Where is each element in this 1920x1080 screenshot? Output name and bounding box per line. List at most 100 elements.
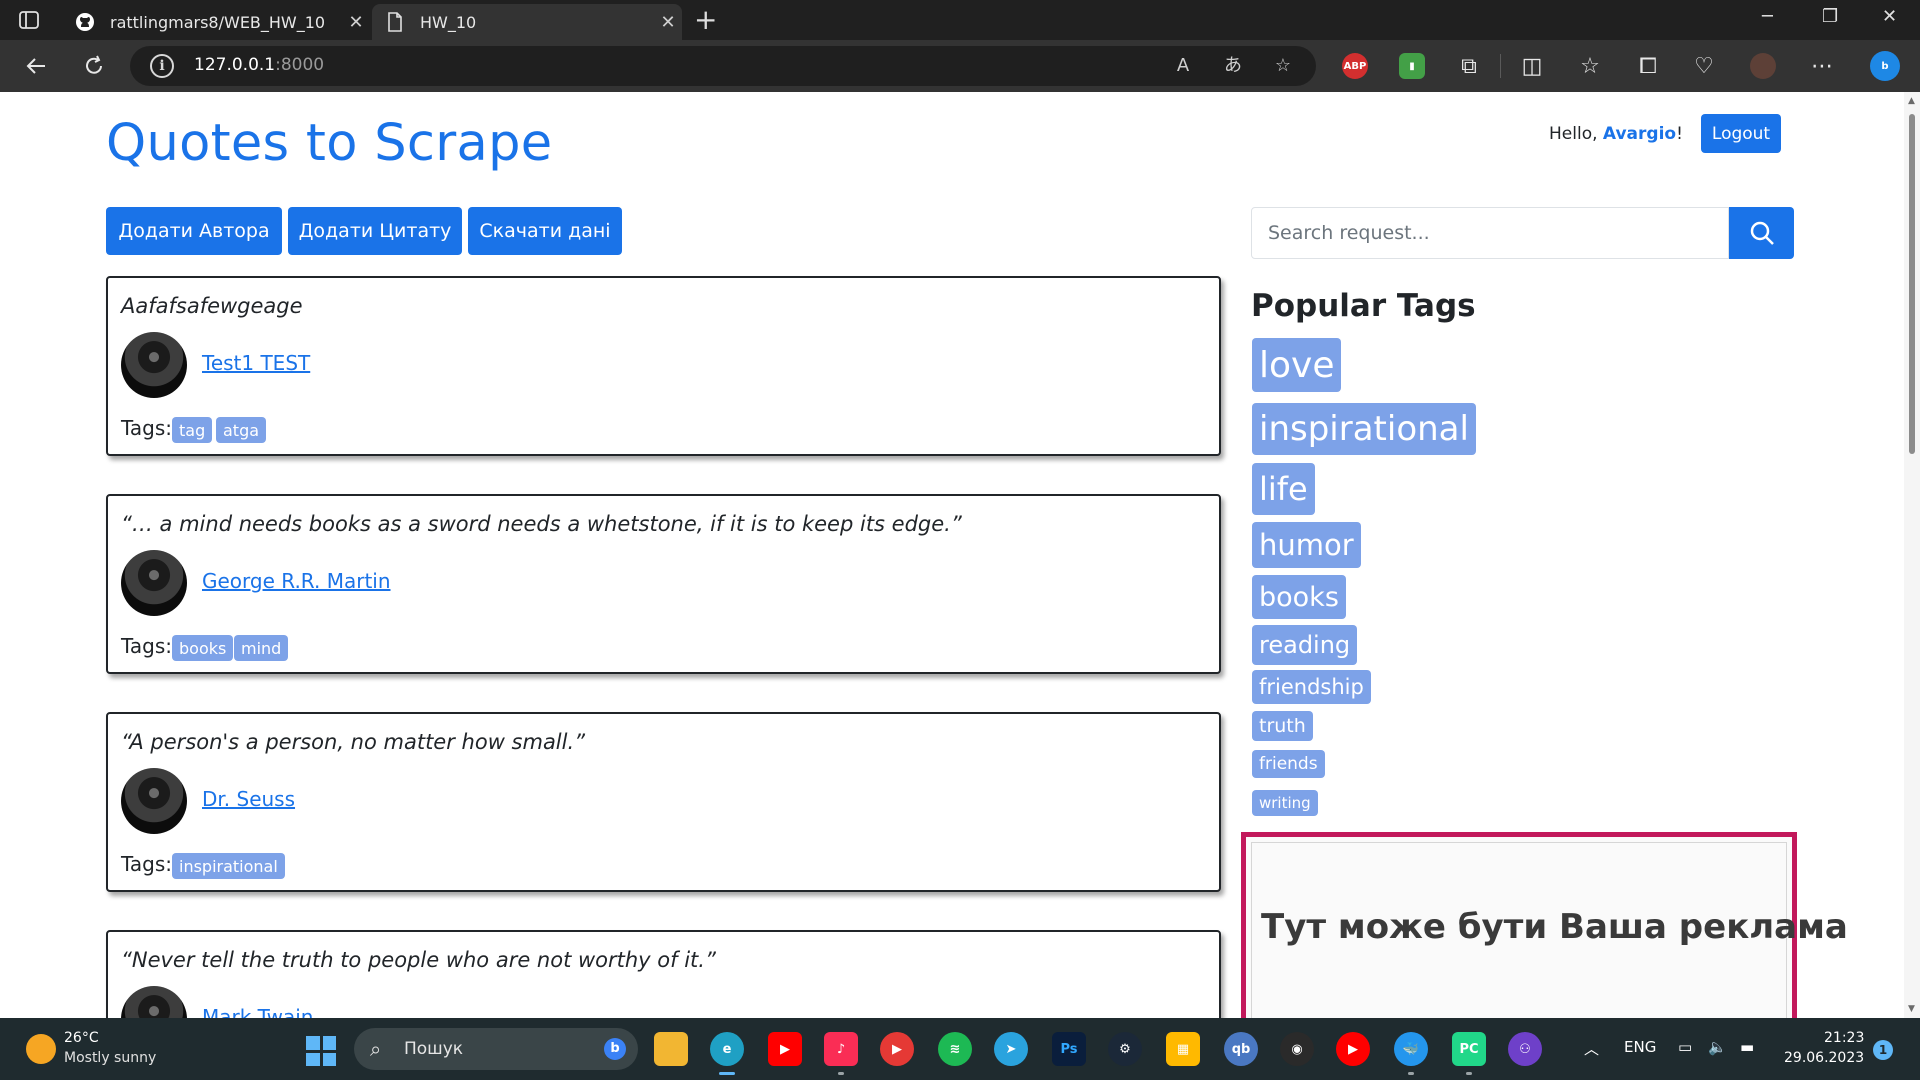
steam-icon[interactable]: ⚙	[1108, 1032, 1142, 1066]
popular-tag[interactable]: friendship	[1252, 670, 1371, 704]
translate-icon[interactable]: あ	[1220, 53, 1246, 79]
tab-hw10[interactable]: HW_10 ✕	[372, 4, 682, 40]
download-data-button[interactable]: Скачати дані	[468, 207, 622, 255]
github-desktop-icon[interactable]: ⚇	[1508, 1032, 1542, 1066]
author-link[interactable]: Test1 TEST	[202, 351, 310, 375]
read-aloud-icon[interactable]: A	[1170, 53, 1196, 79]
profile-avatar-icon[interactable]	[1750, 53, 1776, 79]
youtube-music-icon[interactable]: ▶	[1336, 1032, 1370, 1066]
taskbar-search[interactable]: ⌕ Пошук b	[354, 1028, 638, 1070]
weather-temperature[interactable]: 26°C	[64, 1030, 99, 1046]
minimize-icon[interactable]: ─	[1762, 6, 1773, 27]
popular-tag[interactable]: books	[1252, 575, 1346, 619]
browser-essentials-icon[interactable]: ♡	[1690, 52, 1718, 80]
scroll-up-icon[interactable]: ▲	[1908, 96, 1915, 106]
popular-tag[interactable]: friends	[1252, 750, 1325, 778]
network-icon[interactable]: ▭	[1678, 1038, 1692, 1056]
weather-sun-icon[interactable]	[26, 1034, 56, 1064]
language-indicator[interactable]: ENG	[1624, 1038, 1656, 1056]
scroll-down-icon[interactable]: ▼	[1908, 1004, 1915, 1014]
bing-icon: b	[604, 1038, 626, 1060]
youtube-icon[interactable]: ▶	[768, 1032, 802, 1066]
address-bar[interactable]: i 127.0.0.1:8000 A あ ☆	[130, 46, 1316, 86]
adblock-icon[interactable]: ABP	[1342, 53, 1368, 79]
logout-button[interactable]: Logout	[1701, 114, 1781, 153]
user-greeting: Hello, Avargio!	[1549, 124, 1683, 144]
browser-tab-bar: rattlingmars8/WEB_HW_10 ✕ HW_10 ✕ + ─ ❐ …	[0, 0, 1920, 40]
telegram-icon[interactable]: ➤	[994, 1032, 1028, 1066]
extensions-puzzle-icon[interactable]: ⧉	[1455, 52, 1483, 80]
author-link[interactable]: Mark Twain	[202, 1005, 313, 1018]
search-input[interactable]: Search request...	[1251, 207, 1729, 259]
page-scrollbar[interactable]: ▲ ▼	[1904, 92, 1920, 1018]
tag-badge[interactable]: mind	[234, 635, 289, 661]
popular-tag[interactable]: reading	[1252, 625, 1358, 665]
search-button[interactable]	[1729, 207, 1794, 259]
popular-tag[interactable]: life	[1252, 463, 1315, 515]
close-window-icon[interactable]: ✕	[1882, 6, 1897, 27]
favorites-icon[interactable]: ☆	[1576, 52, 1604, 80]
tray-overflow-icon[interactable]: ︿	[1584, 1038, 1599, 1059]
quote-card: Aafafsafewgeage Test1 TEST Tags: tag atg…	[106, 276, 1221, 456]
site-title[interactable]: Quotes to Scrape	[106, 114, 552, 173]
tag-badge[interactable]: books	[172, 635, 234, 661]
quote-card: “… a mind needs books as a sword needs a…	[106, 494, 1221, 674]
bing-copilot-icon[interactable]: b	[1870, 51, 1900, 81]
restore-icon[interactable]: ❐	[1822, 6, 1838, 27]
clock-date[interactable]: 29.06.2023	[1784, 1050, 1864, 1066]
file-explorer-icon[interactable]	[654, 1032, 688, 1066]
battery-icon[interactable]: ▬	[1740, 1038, 1754, 1056]
tag-badge[interactable]: atga	[216, 417, 267, 443]
popular-tag[interactable]: writing	[1252, 790, 1318, 816]
tags-label: Tags:	[121, 416, 173, 440]
weather-description[interactable]: Mostly sunny	[64, 1050, 156, 1066]
obs-icon[interactable]: ◉	[1280, 1032, 1314, 1066]
close-tab-icon[interactable]: ✕	[342, 12, 370, 33]
popular-tag[interactable]: inspirational	[1252, 403, 1476, 455]
username-link[interactable]: Avargio	[1603, 124, 1676, 144]
new-tab-icon[interactable]: +	[694, 4, 717, 36]
pycharm-icon[interactable]: PC	[1452, 1032, 1486, 1075]
docker-icon[interactable]: 🐳	[1394, 1032, 1428, 1075]
tags-label: Tags:	[121, 634, 173, 658]
music-app-icon[interactable]: ♪	[824, 1032, 858, 1075]
tag-badge[interactable]: tag	[172, 417, 213, 443]
microsoft-store-icon[interactable]: ▦	[1166, 1032, 1200, 1066]
author-link[interactable]: Dr. Seuss	[202, 787, 295, 811]
quote-text: “Never tell the truth to people who are …	[121, 948, 716, 972]
volume-icon[interactable]: 🔈	[1708, 1038, 1727, 1056]
tag-badge[interactable]: inspirational	[172, 853, 285, 879]
clock-time[interactable]: 21:23	[1824, 1030, 1864, 1046]
author-link[interactable]: George R.R. Martin	[202, 569, 391, 593]
reload-icon[interactable]	[80, 52, 108, 80]
qbittorrent-icon[interactable]: qb	[1224, 1032, 1258, 1066]
tab-github[interactable]: rattlingmars8/WEB_HW_10 ✕	[62, 4, 370, 40]
notification-badge[interactable]: 1	[1873, 1040, 1893, 1060]
favorite-star-icon[interactable]: ☆	[1270, 53, 1296, 79]
site-info-icon[interactable]: i	[150, 54, 174, 78]
close-tab-icon[interactable]: ✕	[654, 12, 682, 33]
more-menu-icon[interactable]: ⋯	[1808, 52, 1836, 80]
add-author-button[interactable]: Додати Автора	[106, 207, 282, 255]
collections-icon[interactable]: ⧠	[1634, 52, 1662, 80]
back-icon[interactable]	[22, 52, 50, 80]
photoshop-icon[interactable]: Ps	[1052, 1032, 1086, 1066]
toolbar-divider	[1500, 54, 1501, 78]
quote-card: “Never tell the truth to people who are …	[106, 930, 1221, 1018]
media-player-icon[interactable]: ▶	[880, 1032, 914, 1066]
scroll-thumb[interactable]	[1909, 114, 1915, 454]
windows-start-icon[interactable]	[306, 1036, 336, 1066]
edge-browser-icon[interactable]: e	[710, 1032, 744, 1075]
popular-tag[interactable]: humor	[1252, 522, 1361, 568]
split-screen-icon[interactable]: ◫	[1518, 52, 1546, 80]
extension-green-icon[interactable]: ▮	[1399, 53, 1425, 79]
popular-tag[interactable]: love	[1252, 338, 1342, 392]
author-avatar	[121, 986, 187, 1018]
sidebar-toggle-icon[interactable]	[18, 9, 40, 31]
author-avatar	[121, 550, 187, 616]
add-quote-button[interactable]: Додати Цитату	[288, 207, 462, 255]
popular-tag[interactable]: truth	[1252, 711, 1313, 741]
ad-banner: Тут може бути Ваша реклама	[1241, 832, 1848, 1018]
spotify-icon[interactable]: ≋	[938, 1032, 972, 1066]
tab-title: rattlingmars8/WEB_HW_10	[110, 12, 326, 32]
